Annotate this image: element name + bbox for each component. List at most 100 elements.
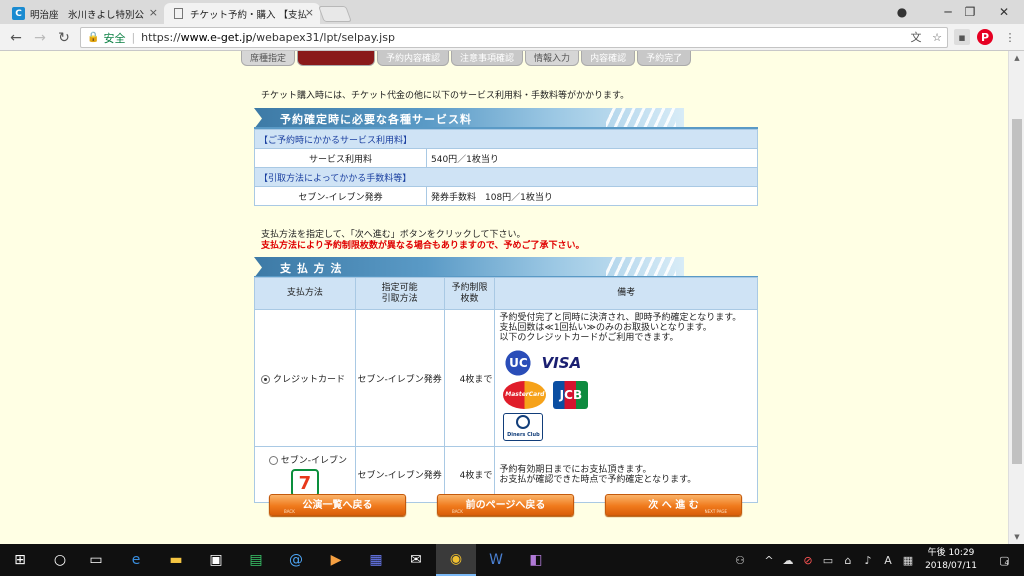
address-bar[interactable]: 🔒 安全 | https://www.e-get.jp/webapex31/lp…: [80, 27, 948, 48]
browser-tab-strip: C 明治座 氷川きよし特別公 × チケット予約・購入 【支払 × ● ─ ❐ ✕: [0, 0, 1024, 24]
browser-tab-ticket[interactable]: チケット予約・購入 【支払 ×: [164, 3, 320, 24]
visa-card-logo: VISA: [540, 349, 583, 377]
back-to-list-button[interactable]: 公演一覧へ戻る BACK: [269, 494, 406, 516]
tab-title: チケット予約・購入 【支払: [190, 9, 308, 21]
button-label: 前のページへ戻る: [465, 499, 546, 511]
ime-mode-icon[interactable]: ▦: [898, 544, 918, 576]
intro-text: チケット購入時には、チケット代金の他に以下のサービス利用料・手数料等がかかります…: [261, 91, 630, 101]
battery-icon[interactable]: ▭: [818, 544, 838, 576]
people-icon[interactable]: ⚇: [730, 544, 750, 576]
taskbar-clock[interactable]: 午後 10:29 2018/07/11: [920, 547, 982, 573]
notification-count: 4: [1004, 558, 1009, 567]
chrome-icon[interactable]: ◉: [436, 544, 476, 576]
seven-eleven-radio[interactable]: [268, 456, 278, 465]
column-header-pickup: 指定可能 引取方法: [354, 277, 445, 310]
fee-value: 540円／1枚当り: [426, 148, 758, 168]
step-complete: 予約完了: [637, 51, 692, 66]
address-separator: |: [131, 31, 136, 44]
column-header-pickup-line1: 指定可能: [381, 282, 418, 293]
windows-start-icon[interactable]: ⊞: [0, 544, 40, 576]
credit-card-radio[interactable]: [261, 374, 270, 384]
back-arrow-icon[interactable]: ←: [6, 28, 26, 48]
next-button[interactable]: 次 へ 進 む NEXT PAGE: [605, 494, 742, 516]
payment-header-title: 支 払 方 法: [280, 261, 343, 275]
button-sublabel: NEXT PAGE: [704, 509, 727, 514]
column-header-limit-line2: 枚数: [460, 293, 479, 304]
method-label: セブン-イレブン: [280, 456, 347, 466]
menu-dots-icon[interactable]: ⋮: [1002, 29, 1018, 45]
lock-icon: 🔒: [87, 32, 100, 43]
note-line: お支払が確認できた時点で予約確定となります。: [499, 474, 697, 485]
step-payment-current: [297, 51, 376, 66]
translate-icon[interactable]: 文: [908, 29, 924, 45]
note-line: 以下のクレジットカードがご利用できます。: [499, 333, 679, 343]
fees-header: 予約確定時に必要な各種サービス料: [254, 108, 684, 129]
forward-arrow-icon[interactable]: →: [30, 28, 50, 48]
window-close-icon[interactable]: ✕: [984, 0, 1024, 24]
mail-envelope-icon[interactable]: ✉: [396, 544, 436, 576]
url-path: /webapex31/lpt/selpay.jsp: [252, 31, 395, 44]
browser-tab-meijiza[interactable]: C 明治座 氷川きよし特別公 ×: [4, 3, 164, 24]
payment-method-credit[interactable]: クレジットカード: [254, 309, 356, 447]
onenote-icon[interactable]: ◧: [516, 544, 556, 576]
table-row: 【ご予約時にかかるサービス利用料】: [254, 129, 758, 149]
antivirus-icon[interactable]: ⊘: [798, 544, 818, 576]
fee-label: サービス利用料: [254, 148, 427, 168]
store-icon[interactable]: ▣: [196, 544, 236, 576]
url-text: https://www.e-get.jp/webapex31/lpt/selpa…: [141, 31, 395, 44]
bookmark-star-icon[interactable]: ☆: [929, 29, 945, 45]
new-tab-button[interactable]: [318, 6, 352, 22]
network-icon[interactable]: ⌂: [838, 544, 858, 576]
fees-category-service: 【ご予約時にかかるサービス利用料】: [254, 129, 758, 149]
search-icon[interactable]: ○: [40, 544, 80, 576]
calculator-app-icon[interactable]: ▦: [356, 544, 396, 576]
note-line: 支払回数は≪1回払い≫のみのお取扱いとなります。: [499, 323, 712, 333]
windows-taskbar: ⊞ ○ ▭ e ▬ ▣ ▤ @ ▶ ▦ ✉ ◉ W ◧ ⚇ ^ ☁ ⊘ ▭ ⌂ …: [0, 544, 1024, 576]
mastercard-logo: MasterCard: [503, 381, 547, 409]
page-scrollbar[interactable]: ▲ ▼: [1008, 51, 1024, 544]
tray-chevron-icon[interactable]: ^: [760, 544, 778, 576]
task-view-icon[interactable]: ▭: [76, 544, 116, 576]
fees-header-title: 予約確定時に必要な各種サービス料: [280, 112, 472, 126]
step-notice: 注意事項確認: [451, 51, 524, 66]
table-row: セブン-イレブン発券 発券手数料 108円／1枚当り: [254, 186, 758, 206]
pinterest-icon[interactable]: P: [977, 29, 993, 45]
prev-page-button[interactable]: 前のページへ戻る BACK: [437, 494, 574, 516]
file-explorer-icon[interactable]: ▬: [156, 544, 196, 576]
sheets-app-icon[interactable]: ▤: [236, 544, 276, 576]
document-icon: [174, 8, 183, 19]
notification-icon[interactable]: ▢ 4: [990, 544, 1018, 576]
edge-browser-icon[interactable]: e: [116, 544, 156, 576]
word-icon[interactable]: W: [476, 544, 516, 576]
meijiza-favicon-icon: C: [12, 7, 25, 20]
seven-eleven-logo: 7: [290, 469, 319, 497]
column-header-limit: 予約制限 枚数: [443, 277, 496, 310]
volume-icon[interactable]: ♪: [858, 544, 878, 576]
warning-text: 支払方法により予約制限枚数が異なる場合もありますので、予めご了承下さい。: [261, 241, 585, 251]
close-tab-icon[interactable]: ×: [149, 6, 158, 19]
diners-text: Diners Club: [507, 431, 540, 438]
column-header-pickup-line2: 引取方法: [381, 293, 418, 304]
scroll-up-icon[interactable]: ▲: [1009, 51, 1024, 65]
media-player-icon[interactable]: ▶: [316, 544, 356, 576]
scroll-down-icon[interactable]: ▼: [1009, 530, 1024, 544]
diners-club-logo: Diners Club: [503, 413, 544, 441]
url-scheme: https://: [141, 31, 181, 44]
onedrive-cloud-icon[interactable]: ☁: [778, 544, 798, 576]
scrollbar-thumb[interactable]: [1012, 119, 1022, 464]
mail-at-icon[interactable]: @: [276, 544, 316, 576]
tab-title: 明治座 氷川きよし特別公: [30, 9, 145, 21]
step-review: 内容確認: [581, 51, 636, 66]
header-stripes: [606, 257, 676, 278]
step-seat: 席種指定: [241, 51, 296, 66]
step-confirm: 予約内容確認: [377, 51, 450, 66]
extension-icon[interactable]: ▪: [954, 29, 970, 45]
jcb-card-logo: JCB: [553, 381, 589, 409]
ime-a-icon[interactable]: A: [878, 544, 898, 576]
profile-icon[interactable]: ●: [882, 0, 922, 24]
close-tab-icon[interactable]: ×: [305, 6, 314, 19]
button-label: 次 へ 進 む: [648, 499, 699, 511]
reload-icon[interactable]: ↻: [54, 28, 74, 48]
fees-table: 【ご予約時にかかるサービス利用料】 サービス利用料 540円／1枚当り 【引取方法…: [254, 129, 758, 206]
note-cell: 予約受付完了と同時に決済され、即時予約確定となります。 支払回数は≪1回払い≫の…: [494, 309, 758, 447]
